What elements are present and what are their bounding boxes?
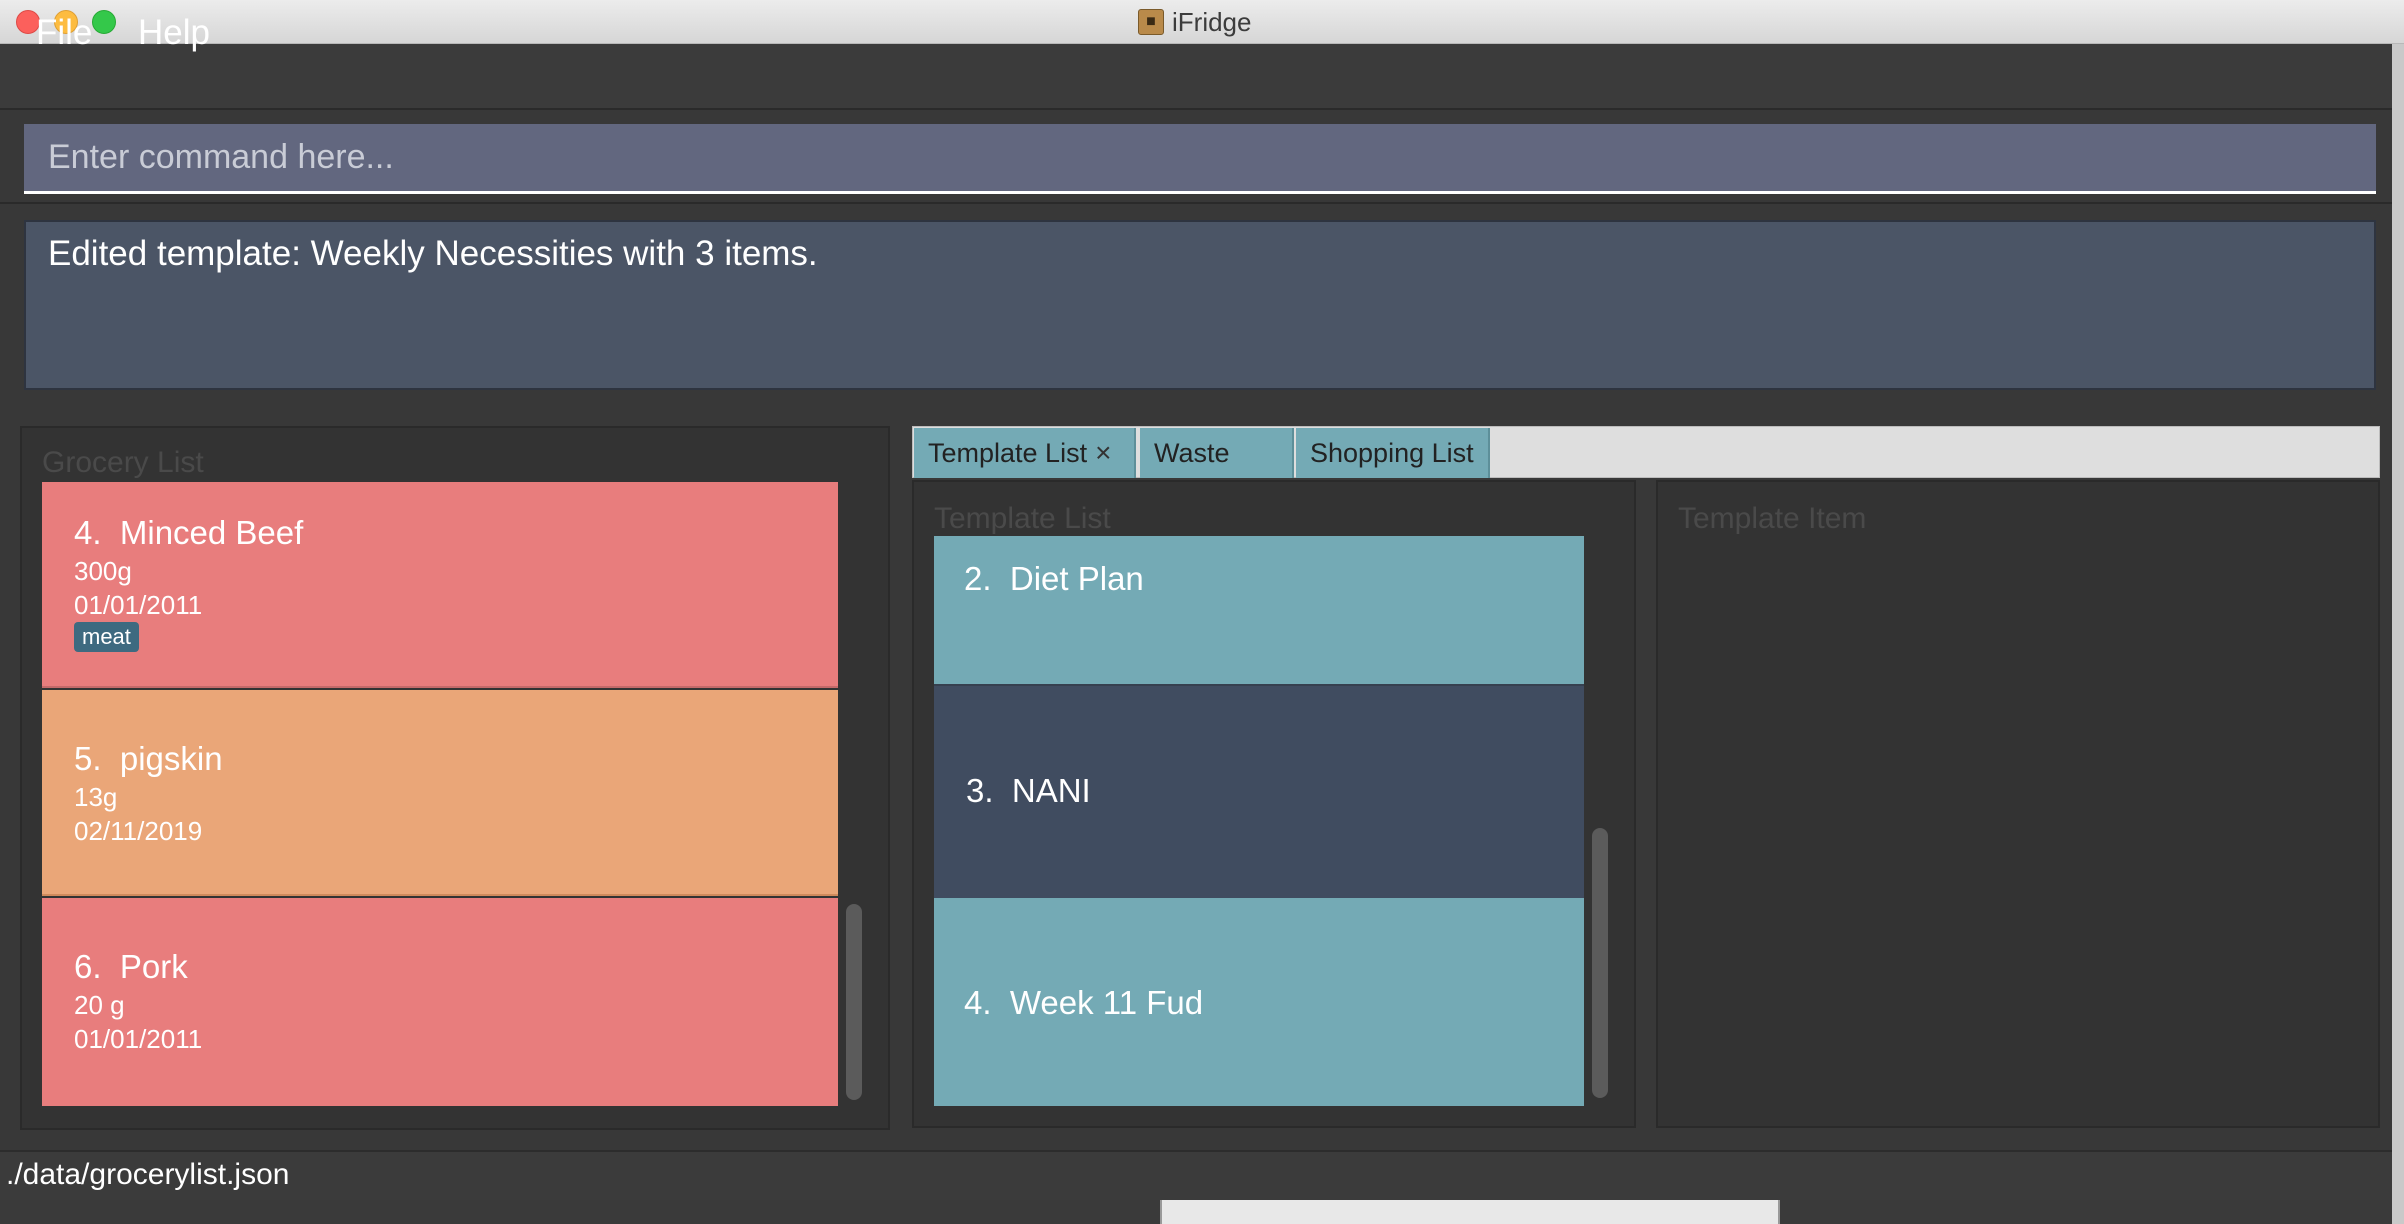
template-name: Week 11 Fud bbox=[1009, 984, 1204, 1021]
result-message: Edited template: Weekly Necessities with… bbox=[48, 234, 818, 273]
menu-bar bbox=[0, 44, 2392, 110]
grocery-expiry: 01/01/2011 bbox=[74, 1024, 203, 1054]
status-bar bbox=[0, 1150, 2392, 1200]
template-list-label: Template List bbox=[934, 502, 1111, 535]
status-file-path: ./data/grocerylist.json bbox=[6, 1158, 290, 1191]
grocery-name: Minced Beef bbox=[119, 514, 304, 551]
template-card[interactable]: 4. Week 11 Fud bbox=[934, 898, 1584, 1106]
template-card[interactable]: 2. Diet Plan bbox=[934, 536, 1584, 684]
template-card-title: 4. Week 11 Fud bbox=[964, 984, 1203, 1022]
template-scroll-thumb[interactable] bbox=[1592, 828, 1608, 1098]
template-index: 3. bbox=[966, 772, 994, 809]
maximize-window-button[interactable] bbox=[92, 10, 116, 34]
grocery-card-title: 4. Minced Beef bbox=[74, 514, 303, 552]
template-card-title: 3. NANI bbox=[966, 772, 1091, 810]
command-input[interactable] bbox=[24, 124, 2376, 194]
grocery-amount: 20 g bbox=[74, 990, 125, 1020]
grocery-index: 4. bbox=[74, 514, 102, 551]
template-card[interactable]: 3. NANI bbox=[934, 684, 1584, 898]
grocery-tag: meat bbox=[74, 622, 139, 652]
grocery-card[interactable]: 5. pigskin 13g 02/11/2019 bbox=[42, 690, 838, 896]
grocery-amount: 300g bbox=[74, 556, 132, 586]
window-title: iFridge bbox=[1172, 7, 1252, 37]
template-item-panel bbox=[1656, 480, 2380, 1128]
grocery-expiry: 02/11/2019 bbox=[74, 816, 203, 846]
template-card-title: 2. Diet Plan bbox=[964, 560, 1144, 598]
grocery-card-title: 5. pigskin bbox=[74, 740, 223, 778]
grocery-amount: 13g bbox=[74, 782, 118, 812]
template-name: NANI bbox=[1011, 772, 1091, 809]
grocery-list-label: Grocery List bbox=[42, 446, 204, 479]
close-icon[interactable]: × bbox=[1095, 437, 1111, 468]
template-name: Diet Plan bbox=[1009, 560, 1144, 597]
tab-waste-list[interactable]: Waste List bbox=[1140, 428, 1294, 518]
grocery-card[interactable]: 6. Pork 20 g 01/01/2011 bbox=[42, 898, 838, 1106]
grocery-expiry: 01/01/2011 bbox=[74, 590, 203, 620]
template-index: 4. bbox=[964, 984, 992, 1021]
background-edge bbox=[2392, 44, 2404, 1224]
tab-shopping-list[interactable]: Shopping List bbox=[1296, 428, 1490, 478]
menu-help[interactable]: Help bbox=[138, 0, 210, 66]
grocery-scroll-thumb[interactable] bbox=[846, 904, 862, 1100]
grocery-index: 6. bbox=[74, 948, 102, 985]
background-window bbox=[1160, 1200, 1780, 1224]
grocery-card-title: 6. Pork bbox=[74, 948, 188, 986]
menu-file[interactable]: File bbox=[36, 0, 92, 66]
tab-label: Template List bbox=[928, 438, 1088, 468]
tab-label: Shopping List bbox=[1310, 438, 1474, 468]
tab-template-list[interactable]: Template List × bbox=[914, 428, 1136, 478]
app-icon: ■ bbox=[1138, 9, 1164, 35]
grocery-card[interactable]: 4. Minced Beef 300g 01/01/2011 meat bbox=[42, 482, 838, 688]
template-item-label: Template Item bbox=[1678, 502, 1867, 535]
grocery-index: 5. bbox=[74, 740, 102, 777]
grocery-name: Pork bbox=[119, 948, 188, 985]
grocery-name: pigskin bbox=[119, 740, 223, 777]
template-index: 2. bbox=[964, 560, 992, 597]
